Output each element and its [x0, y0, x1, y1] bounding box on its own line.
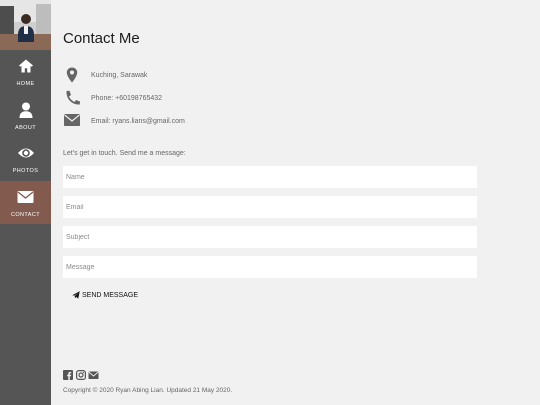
- envelope-icon: [64, 114, 80, 126]
- nav-item-about[interactable]: ABOUT: [0, 94, 51, 137]
- copyright-text: Copyright © 2020 Ryan Abing Lian. Update…: [63, 387, 233, 394]
- envelope-icon[interactable]: [88, 367, 99, 385]
- map-marker-icon: [66, 67, 78, 83]
- facebook-icon[interactable]: [63, 367, 73, 385]
- home-icon: [18, 59, 33, 72]
- phone-text: Phone: +60198765432: [91, 95, 163, 102]
- email-text: Email: ryans.lians@gmail.com: [91, 118, 185, 125]
- nav-item-contact[interactable]: CONTACT: [0, 181, 51, 224]
- phone-icon: [66, 90, 80, 105]
- sidebar: HOME ABOUT PHOTOS CONTACT: [0, 0, 51, 405]
- user-icon: [19, 102, 32, 118]
- name-input[interactable]: [63, 166, 477, 188]
- eye-icon: [17, 148, 34, 157]
- paper-plane-icon: [72, 291, 80, 299]
- nav-label: HOME: [16, 80, 35, 87]
- instagram-icon[interactable]: [76, 367, 87, 385]
- send-message-label: SEND MESSAGE: [82, 291, 139, 299]
- nav-label: PHOTOS: [12, 167, 39, 174]
- message-input[interactable]: [63, 256, 477, 278]
- nav-label: CONTACT: [11, 211, 40, 218]
- email-input[interactable]: [63, 196, 477, 218]
- contact-intro: Let's get in touch. Send me a message:: [63, 150, 186, 157]
- page-title: Contact Me: [63, 30, 140, 47]
- subject-input[interactable]: [63, 226, 477, 248]
- nav-label: ABOUT: [15, 124, 36, 131]
- profile-photo: [0, 0, 51, 50]
- nav-item-photos[interactable]: PHOTOS: [0, 137, 51, 180]
- envelope-icon: [17, 190, 34, 203]
- send-message-button[interactable]: SEND MESSAGE: [67, 287, 143, 303]
- avatar: [0, 0, 51, 50]
- location-text: Kuching, Sarawak: [91, 72, 148, 79]
- nav-item-home[interactable]: HOME: [0, 50, 51, 93]
